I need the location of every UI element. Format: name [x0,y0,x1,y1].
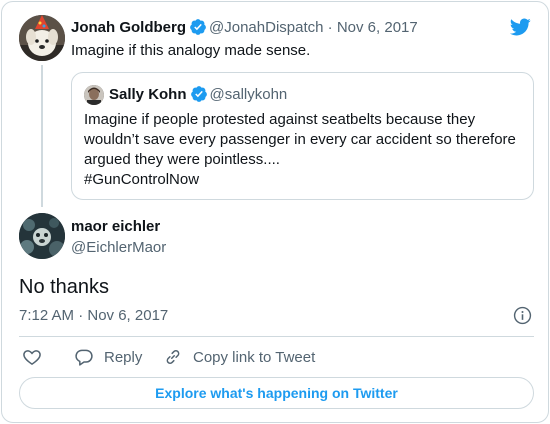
info-icon[interactable] [513,306,532,325]
explore-twitter-button[interactable]: Explore what's happening on Twitter [19,377,534,409]
quoted-author-name: Sally Kohn [109,86,187,103]
jonah-goldberg-avatar[interactable] [19,15,65,61]
reply-button[interactable]: Reply [74,345,142,369]
main-tweet-text: No thanks [19,276,110,298]
parent-tweet-text: Imagine if this analogy made sense. [71,42,311,59]
quoted-tweet-text: Imagine if people protested against seat… [84,110,524,190]
quoted-tweet[interactable]: Sally Kohn @sallykohn Imagine if people p… [71,72,534,200]
quoted-text-line: argued they were pointless.... [84,151,280,168]
hashtag-link[interactable]: #GunControlNow [84,170,524,190]
maor-eichler-avatar[interactable] [19,213,65,259]
copy-link-button[interactable]: Copy link to Tweet [163,345,315,369]
parent-tweet-header: Jonah Goldberg @JonahDispatch · Nov 6, 20… [71,18,418,38]
tweet-timestamp[interactable]: 7:12 AM · Nov 6, 2017 [19,306,168,326]
quoted-text-line: Imagine if people protested against seat… [84,111,476,128]
parent-author-handle[interactable]: @JonahDispatch [209,19,323,36]
quoted-text-line: wouldn’t save every passenger in every c… [84,131,516,148]
reply-icon [75,349,93,366]
verified-badge-icon [190,19,206,35]
quoted-tweet-header: Sally Kohn @sallykohn [109,85,287,105]
header-separator: · [323,19,337,36]
link-icon [166,350,180,364]
parent-author-name[interactable]: Jonah Goldberg [71,19,186,36]
main-author-name[interactable]: maor eichler [71,217,160,237]
verified-badge-icon [190,86,207,102]
heart-icon [23,350,41,365]
main-author-handle[interactable]: @EichlerMaor [71,238,166,258]
reply-label: Reply [104,348,143,366]
divider [19,336,534,337]
embedded-tweet-card: Jonah Goldberg @JonahDispatch · Nov 6, 20… [1,1,549,423]
sally-kohn-avatar [84,85,104,105]
like-button[interactable] [22,345,52,369]
twitter-bird-icon[interactable] [508,16,532,38]
parent-tweet[interactable]: Jonah Goldberg @JonahDispatch · Nov 6, 20… [2,2,548,207]
copy-link-label: Copy link to Tweet [193,348,316,366]
thread-connector-line [41,65,43,207]
parent-tweet-date[interactable]: Nov 6, 2017 [337,19,418,36]
quoted-author-handle: @sallykohn [209,86,288,103]
